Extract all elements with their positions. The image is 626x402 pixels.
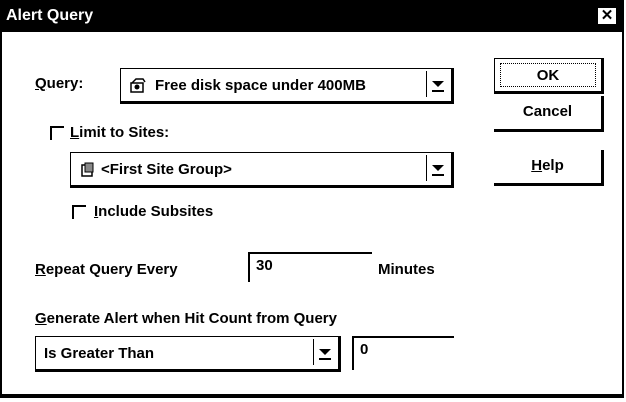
minutes-label: Minutes xyxy=(378,261,435,278)
site-group-value: <First Site Group> xyxy=(101,161,232,178)
site-group-combobox[interactable]: <First Site Group> xyxy=(70,152,454,188)
include-subsites-label: Include Subsites xyxy=(94,203,214,220)
site-group-dropdown-button[interactable] xyxy=(426,155,448,181)
query-dropdown-button[interactable] xyxy=(426,71,448,97)
comparison-dropdown-button[interactable] xyxy=(313,339,335,365)
chevron-down-icon xyxy=(432,81,444,87)
comparison-value: Is Greater Than xyxy=(44,345,155,362)
site-group-icon xyxy=(81,162,94,177)
include-subsites-checkbox[interactable] xyxy=(72,205,86,219)
ok-label: OK xyxy=(500,63,596,87)
chevron-down-icon xyxy=(319,349,331,355)
alert-query-dialog: Alert Query ✕ Query: Free disk space und… xyxy=(0,0,624,398)
query-value: Free disk space under 400MB xyxy=(155,77,366,94)
limit-to-sites-label: Limit to Sites: xyxy=(70,124,170,141)
query-combobox[interactable]: Free disk space under 400MB xyxy=(120,68,454,104)
comparison-combobox[interactable]: Is Greater Than xyxy=(35,336,341,372)
limit-to-sites-checkbox[interactable] xyxy=(50,126,64,140)
repeat-query-label: Repeat Query Every xyxy=(35,261,178,278)
hit-count-input[interactable]: 0 xyxy=(352,336,454,370)
help-button[interactable]: Help xyxy=(494,150,604,186)
cancel-button[interactable]: Cancel xyxy=(494,96,604,132)
repeat-minutes-input[interactable]: 30 xyxy=(248,252,372,282)
generate-alert-label: Generate Alert when Hit Count from Query xyxy=(35,310,337,327)
close-icon: ✕ xyxy=(600,7,614,24)
title-bar: Alert Query ✕ xyxy=(2,2,622,32)
window-title: Alert Query xyxy=(6,7,94,24)
ok-button[interactable]: OK xyxy=(494,58,604,94)
query-label: Query: xyxy=(35,75,84,92)
chevron-down-icon xyxy=(432,165,444,171)
close-button[interactable]: ✕ xyxy=(597,7,617,25)
query-icon xyxy=(130,78,146,93)
bottom-divider xyxy=(2,394,622,396)
